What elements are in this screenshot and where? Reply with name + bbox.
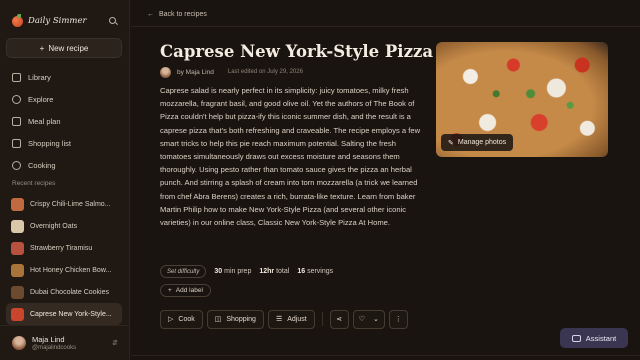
sidebar-item-meal-plan[interactable]: Meal plan [6,110,122,132]
recent-recipe-item[interactable]: Hot Honey Chicken Bow... [6,259,122,281]
adjust-label: Adjust [287,315,307,323]
favorite-button[interactable]: ♡ ⌄ [352,309,385,329]
sidebar-item-label: Library [28,72,51,82]
sidebar-item-label: Meal plan [28,116,61,126]
prep-time: 30 min prep [214,268,251,275]
more-options-button[interactable]: ⋮ [388,309,408,329]
toolbar-divider [321,312,323,326]
manage-photos-label: Manage photos [457,139,507,146]
adjust-icon: ☰ [275,316,283,323]
cook-label: Cook [178,315,195,323]
user-name: Maja Lind [32,335,65,344]
play-icon: ▷ [168,316,174,323]
arrow-left-icon: ← [147,10,154,18]
recent-recipe-label: Strawberry Tiramisu [30,244,93,252]
user-handle: @majalindcooks [32,345,77,351]
total-time: 12hr total [259,268,289,275]
plus-icon: + [168,287,172,294]
recipe-thumbnail [11,219,24,233]
recipe-meta: by Maja Lind Last edited on July 29, 202… [160,66,303,78]
shopping-label: Shopping [226,315,256,323]
servings: 16 servings [297,268,333,275]
avatar [12,336,26,350]
recent-recipes-list: Crispy Chili-Lime Salmo... Overnight Oat… [6,193,122,325]
author-avatar [160,66,171,78]
cart-icon: ◫ [214,316,222,323]
shopping-button[interactable]: ◫ Shopping [206,309,264,329]
set-difficulty-button[interactable]: Set difficulty [160,265,207,278]
chef-icon [12,160,21,170]
recipe-thumbnail [11,263,24,277]
last-edited: Last edited on July 29, 2026 [227,69,303,75]
page-title: Caprese New York-Style Pizza [160,42,434,61]
add-label-button[interactable]: + Add label [160,284,211,297]
recipe-stats: Set difficulty 30 min prep 12hr total 16… [160,265,333,278]
recent-recipes-heading: Recent recipes [12,180,56,187]
recent-recipe-label: Crispy Chili-Lime Salmo... [30,200,111,208]
recent-recipe-item[interactable]: Dubai Chocolate Cookies [6,281,122,303]
chevron-down-icon: ⌄ [372,316,379,323]
servings-unit: servings [307,268,334,275]
footer-divider [131,355,640,356]
assistant-label: Assistant [585,333,617,343]
user-info: Maja Lind @majalindcooks [32,335,76,351]
assistant-button[interactable]: Assistant [560,328,628,348]
recent-recipe-item[interactable]: Overnight Oats [6,215,122,237]
library-icon [12,72,21,82]
brand: Daily Simmer [12,13,118,28]
sidebar-item-cooking[interactable]: Cooking [6,154,122,176]
total-unit: total [276,268,290,275]
sidebar-item-library[interactable]: Library [6,66,122,88]
sidebar-item-label: Explore [28,94,54,104]
back-to-recipes-link[interactable]: ← Back to recipes [147,9,207,19]
new-recipe-label: New recipe [48,43,89,53]
search-icon[interactable] [108,16,118,26]
share-icon: ⋖ [336,316,343,323]
chat-icon [571,334,581,342]
recent-recipe-label: Dubai Chocolate Cookies [30,288,109,296]
recipe-thumbnail [11,197,24,211]
prep-unit: min prep [224,268,252,275]
recent-recipe-item-active[interactable]: Caprese New York-Style... [6,303,122,325]
total-value: 12hr [259,268,275,275]
recipe-thumbnail [11,285,24,299]
author-name: by Maja Lind [177,68,214,76]
recent-recipe-item[interactable]: Crispy Chili-Lime Salmo... [6,193,122,215]
tomato-logo-icon [12,13,23,27]
sidebar-item-label: Cooking [28,160,56,170]
recipe-description: Caprese salad is nearly perfect in its s… [160,86,421,228]
compass-icon [12,94,21,104]
recipe-actions: ▷ Cook ◫ Shopping ☰ Adjust ⋖ ♡ ⌄ ⋮ [160,309,408,329]
calendar-icon [12,116,21,126]
recent-recipe-label: Overnight Oats [30,222,78,230]
new-recipe-button[interactable]: + New recipe [6,38,122,58]
servings-value: 16 [297,268,306,275]
pencil-icon: ✎ [448,139,454,147]
share-button[interactable]: ⋖ [329,309,349,329]
user-account[interactable]: Maja Lind @majalindcooks ⇵ [0,325,130,360]
recent-recipe-label: Caprese New York-Style... [30,310,112,318]
sidebar-item-shopping-list[interactable]: Shopping list [6,132,122,154]
chevron-updown-icon: ⇵ [112,340,118,347]
back-label: Back to recipes [159,10,207,18]
adjust-button[interactable]: ☰ Adjust [267,309,315,329]
brand-name: Daily Simmer [28,16,87,26]
plus-icon: + [39,43,45,53]
cook-button[interactable]: ▷ Cook [160,309,203,329]
sidebar-item-explore[interactable]: Explore [6,88,122,110]
recent-recipe-item[interactable]: Strawberry Tiramisu [6,237,122,259]
manage-photos-button[interactable]: ✎ Manage photos [441,134,514,151]
recipe-thumbnail [11,241,24,255]
recipe-thumbnail [11,307,24,321]
more-vertical-icon: ⋮ [394,316,402,323]
sidebar-item-label: Shopping list [28,138,71,148]
sidebar: Daily Simmer + New recipe Library Explor… [0,0,130,360]
prep-value: 30 [214,268,223,275]
list-icon [12,138,21,148]
add-label-text: Add label [175,287,203,294]
recent-recipe-label: Hot Honey Chicken Bow... [30,266,112,274]
heart-icon: ♡ [358,316,365,323]
sidebar-nav: Library Explore Meal plan Shopping list … [6,66,122,176]
header-divider [131,26,640,27]
